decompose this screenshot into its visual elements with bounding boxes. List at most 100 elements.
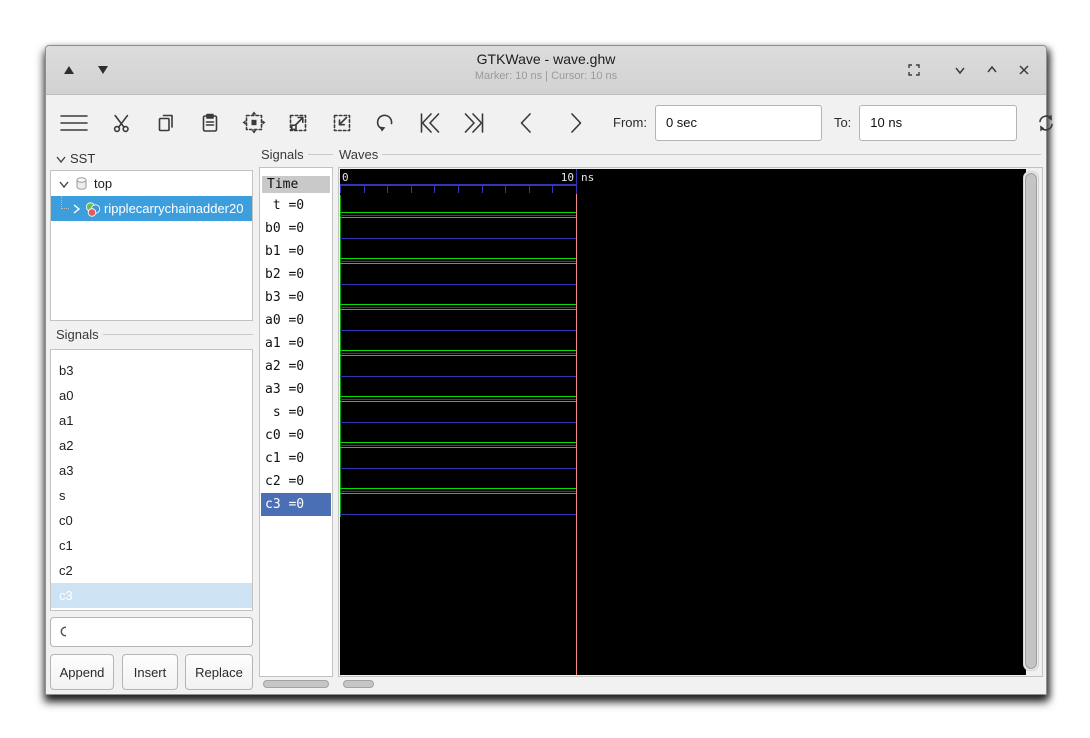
tree-item-label: top [94,176,113,191]
from-label: From: [613,115,647,130]
to-start-button[interactable] [417,110,442,135]
menu-button[interactable] [58,110,90,135]
tree-item-ripplecarrychainadder[interactable]: ripplecarrychainadder20 [51,196,252,221]
signal-value-row-b2[interactable]: b2 =0 [261,263,331,286]
zoom-in-button[interactable] [329,110,354,135]
list-item-a0[interactable]: a0 [51,383,252,408]
signal-value-row-t[interactable]: t =0 [261,194,331,217]
signal-value-row-a3[interactable]: a3 =0 [261,378,331,401]
paste-button[interactable] [197,110,222,135]
timeline-unit-label: ns [581,171,595,184]
paste-icon [202,113,217,132]
expander-down-icon[interactable] [57,177,71,191]
zoom-out-button[interactable] [285,110,310,135]
from-input[interactable] [654,104,822,141]
wave-canvas[interactable]: 0 10 ns [340,169,1026,675]
signal-value-row-b3[interactable]: b3 =0 [261,286,331,309]
waves-panel: 0 10 ns [338,167,1043,677]
list-item-c1[interactable]: c1 [51,533,252,558]
copy-button[interactable] [153,110,178,135]
gtkwave-window: GTKWave - wave.ghw Marker: 10 ns | Curso… [45,45,1053,695]
next-edge-button[interactable] [563,110,588,135]
signal-value-row-c0[interactable]: c0 =0 [261,424,331,447]
minimize-button[interactable] [948,58,972,82]
cut-button[interactable] [109,110,134,135]
signals-hscrollbar-thumb[interactable] [263,680,329,688]
list-item-c2[interactable]: c2 [51,558,252,583]
insert-button[interactable]: Insert [122,654,178,690]
to-input[interactable] [859,104,1018,141]
prev-edge-button[interactable] [513,110,538,135]
wave-vscrollbar-thumb[interactable] [1025,173,1037,669]
expander-down-icon [56,156,66,163]
list-item-b3[interactable]: b3 [51,358,252,383]
signal-value-row-a1[interactable]: a1 =0 [261,332,331,355]
close-icon [1019,65,1029,75]
maximize-button[interactable] [980,58,1004,82]
module-cylinder-icon [76,177,87,190]
trace-sep-b3 [340,307,576,308]
expander-right-icon[interactable] [70,202,82,216]
signal-value-row-a0[interactable]: a0 =0 [261,309,331,332]
list-item-a3[interactable]: a3 [51,458,252,483]
chevron-up-icon [987,65,997,73]
search-box[interactable] [50,617,253,647]
shade-down-button[interactable] [96,64,110,76]
frame-rule [307,154,333,155]
search-input[interactable] [72,623,252,641]
timeline-tick [482,186,483,193]
frame-rule [102,334,253,335]
timeline-tick [505,186,506,193]
signal-value-row-s[interactable]: s =0 [261,401,331,424]
list-item-c3[interactable]: c3 [51,583,252,608]
trace-a2 [340,376,576,377]
to-end-button[interactable] [461,110,486,135]
trace-b3-base [340,309,576,310]
signal-value-row-c1[interactable]: c1 =0 [261,447,331,470]
trace-t-base [340,217,576,218]
timeline-tick [529,186,530,193]
signal-value-row-b0[interactable]: b0 =0 [261,217,331,240]
cut-icon [113,114,129,132]
trace-a0 [340,330,576,331]
close-button[interactable] [1012,58,1036,82]
signal-value-row-b1[interactable]: b1 =0 [261,240,331,263]
marker-cursor-status: Marker: 10 ns | Cursor: 10 ns [474,70,618,82]
signal-value-row-c3[interactable]: c3 =0 [261,493,331,516]
marker-header-segment [576,169,577,194]
timeline-tick [552,186,553,193]
window-title: GTKWave - wave.ghw [476,51,616,67]
trace-b1 [340,258,576,259]
restore-button[interactable] [902,58,926,82]
sst-header[interactable]: SST [54,151,95,166]
zoom-fit-button[interactable] [241,110,266,135]
trace-sep-t [340,215,576,216]
hierarchy-icon [85,201,101,217]
search-icon [60,626,66,636]
signal-value-row-c2[interactable]: c2 =0 [261,470,331,493]
toolbar: From: To: [46,94,1053,151]
signal-value-row-a2[interactable]: a2 =0 [261,355,331,378]
list-item-a2[interactable]: a2 [51,433,252,458]
marker-line [576,194,577,675]
replace-button[interactable]: Replace [185,654,253,690]
wave-hscrollbar [338,677,1043,691]
wave-hscrollbar-thumb[interactable] [343,680,374,688]
list-item-s[interactable]: s [51,483,252,508]
signal-rows: t =0 b0 =0 b1 =0 b2 =0 b3 =0 a0 =0 a1 =0 a2 =0 a… [261,194,331,516]
copy-icon [158,114,173,131]
time-header[interactable]: Time [262,176,330,193]
signals-values-panel: Time t =0 b0 =0 b1 =0 b2 =0 b3 =0 a0 =0 a1 =0 a… [259,167,333,677]
trace-c1 [340,468,576,469]
undo-button[interactable] [373,110,398,135]
list-item-c0[interactable]: c0 [51,508,252,533]
reload-button[interactable] [1033,110,1058,135]
tree-item-top[interactable]: top [51,171,252,196]
list-item-a1[interactable]: a1 [51,408,252,433]
restore-icon [908,64,920,76]
trace-c0 [340,442,576,443]
append-button[interactable]: Append [50,654,114,690]
shade-up-button[interactable] [62,64,76,76]
trace-t [340,212,576,213]
to-label: To: [833,115,852,130]
